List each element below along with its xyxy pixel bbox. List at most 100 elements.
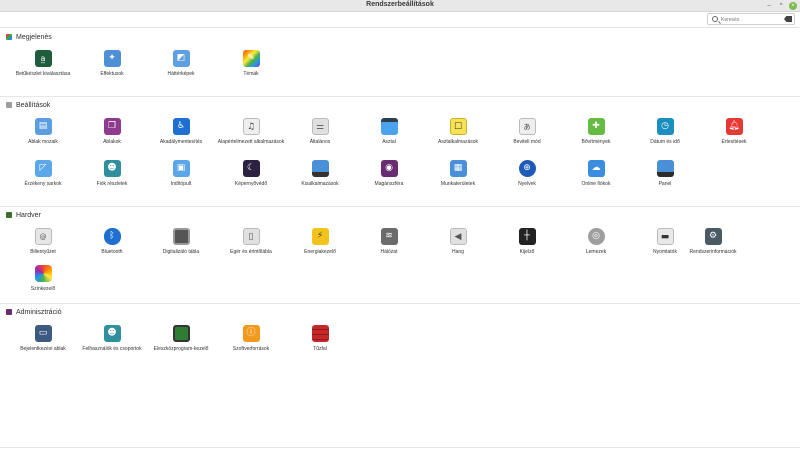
item-tablet[interactable]: Digitalizáló tábla — [145, 228, 217, 255]
appearance-section-icon — [6, 34, 12, 40]
item-date-time[interactable]: ◷ Dátum és idő — [629, 118, 701, 145]
item-extensions[interactable]: ✚ Bővítmények — [560, 118, 632, 145]
window-title: Rendszerbeállítások — [366, 1, 434, 8]
panel-icon — [656, 160, 674, 177]
item-account[interactable]: ☻ Fiók részletek — [76, 160, 148, 187]
item-label: Témák — [243, 71, 259, 77]
color-icon — [34, 265, 52, 282]
item-firewall[interactable]: Tűzfal — [284, 325, 356, 352]
item-label: Asztalkalmazások — [437, 139, 478, 145]
search-icon — [712, 16, 718, 22]
item-general[interactable]: ⚌ Általános — [284, 118, 356, 145]
item-system-info[interactable]: ⚙ Rendszerinformációk — [677, 228, 749, 255]
startup-icon: ▣ — [172, 160, 190, 177]
search-input[interactable] — [721, 15, 781, 24]
settings-window: Rendszerbeállítások – ^ × Megjelenés a̲ … — [0, 0, 800, 450]
item-effects[interactable]: ✦ Effektusok — [76, 50, 148, 77]
item-window-tiling[interactable]: ▤ Ablak mozaik — [7, 118, 79, 145]
item-themes[interactable]: ✎ Témák — [215, 50, 287, 77]
sound-icon: ◀ — [449, 228, 467, 245]
item-keyboard[interactable]: @ Billentyűzet — [7, 228, 79, 255]
item-label: Betűkészlet kiválasztása — [15, 71, 71, 77]
item-languages[interactable]: ⊕ Nyelvek — [491, 160, 563, 187]
item-mouse[interactable]: ▯ Egér és érintőlábla — [215, 228, 287, 255]
item-disks[interactable]: ◎ Lemezek — [560, 228, 632, 255]
themes-icon: ✎ — [242, 50, 260, 67]
gear-icon: ⚙ — [704, 228, 722, 245]
item-label: Akadálymentesítés — [159, 139, 203, 145]
item-software-sources[interactable]: ⓘ Szoftverforrások — [215, 325, 287, 352]
item-default-apps[interactable]: ♫ Alapértelmezett alkalmazások — [215, 118, 287, 145]
item-color[interactable]: Színkezelő — [7, 265, 79, 292]
item-power[interactable]: ⚡ Energiakezelő — [284, 228, 356, 255]
item-drivers[interactable]: Eleszközprogram-kezelő — [145, 325, 217, 352]
bell-icon: 🔔︎ — [725, 118, 743, 135]
item-label: Egér és érintőlábla — [230, 249, 272, 255]
item-label: Fiók részletek — [96, 181, 128, 187]
item-notifications[interactable]: 🔔︎ Értesítések — [698, 118, 770, 145]
section-appearance: Megjelenés a̲ Betűkészlet kiválasztása ✦… — [0, 32, 800, 94]
item-label: Munkaterületek — [440, 181, 476, 187]
search-box[interactable] — [707, 13, 795, 25]
item-hot-corners[interactable]: ◸ Érzékeny sarkok — [7, 160, 79, 187]
item-screensaver[interactable]: ☾ Képernyővédő — [215, 160, 287, 187]
item-bluetooth[interactable]: ᛒ Bluetooth — [76, 228, 148, 255]
item-windows[interactable]: ❐ Ablakok — [76, 118, 148, 145]
item-backgrounds[interactable]: ◩ Háttérképek — [145, 50, 217, 77]
hot-corners-icon: ◸ — [34, 160, 52, 177]
item-label: Eleszközprogram-kezelő — [153, 346, 209, 352]
section-header: Hardver — [6, 210, 41, 220]
item-desklets[interactable]: ☐ Asztalkalmazások — [422, 118, 494, 145]
tablet-icon — [172, 228, 190, 245]
item-label: Asztal — [382, 139, 396, 145]
item-applets[interactable]: Kisalkalmazások — [284, 160, 356, 187]
item-label: Hang — [452, 249, 464, 255]
item-startup[interactable]: ▣ Indítópult — [145, 160, 217, 187]
item-label: Panel — [658, 181, 672, 187]
item-panel[interactable]: Panel — [629, 160, 701, 187]
item-label: Indítópult — [170, 181, 192, 187]
item-network[interactable]: ≋ Hálózat — [353, 228, 425, 255]
item-label: Érzékeny sarkok — [24, 181, 62, 187]
bottom-border — [0, 447, 800, 448]
section-title: Adminisztráció — [16, 308, 62, 316]
item-desktop[interactable]: Asztal — [353, 118, 425, 145]
bluetooth-icon: ᛒ — [103, 228, 121, 245]
close-button[interactable]: × — [789, 2, 797, 10]
item-users-groups[interactable]: ☻ Felhasználók és csoportok — [76, 325, 148, 352]
item-fonts[interactable]: a̲ Betűkészlet kiválasztása — [7, 50, 79, 77]
mouse-icon: ▯ — [242, 228, 260, 245]
item-login-window[interactable]: ▭ Bejelentkezési ablak — [7, 325, 79, 352]
item-workspaces[interactable]: ▦ Munkaterületek — [422, 160, 494, 187]
item-label: Általános — [309, 139, 331, 145]
item-label: Kisalkalmazások — [301, 181, 339, 187]
item-label: Online fiókok — [581, 181, 611, 187]
applets-icon — [311, 160, 329, 177]
item-display[interactable]: ┼ Kijelző — [491, 228, 563, 255]
clear-search-icon[interactable] — [784, 16, 792, 22]
item-accessibility[interactable]: ♿ Akadálymentesítés — [145, 118, 217, 145]
section-title: Beállítások — [16, 101, 51, 109]
info-icon: ⓘ — [242, 325, 260, 342]
item-sound[interactable]: ◀ Hang — [422, 228, 494, 255]
driver-chip-icon — [172, 325, 190, 342]
item-input-method[interactable]: あ Beviteli mód — [491, 118, 563, 145]
admin-section-icon — [6, 309, 12, 315]
item-online-accounts[interactable]: ☁ Online fiókok — [560, 160, 632, 187]
item-label: Képernyővédő — [234, 181, 268, 187]
minimize-button[interactable]: – — [765, 2, 773, 10]
default-apps-icon: ♫ — [242, 118, 260, 135]
printer-icon: ▬ — [656, 228, 674, 245]
item-label: Beviteli mód — [513, 139, 541, 145]
maximize-button[interactable]: ^ — [777, 2, 785, 10]
item-label: Tűzfal — [313, 346, 327, 352]
firewall-icon — [311, 325, 329, 342]
section-title: Hardver — [16, 211, 41, 219]
item-label: Digitalizáló tábla — [162, 249, 200, 255]
item-label: Energiakezelő — [304, 249, 336, 255]
item-privacy[interactable]: ◉ Magánszféra — [353, 160, 425, 187]
font-icon: a̲ — [34, 50, 52, 67]
section-divider — [0, 303, 800, 304]
item-label: Effektusok — [100, 71, 124, 77]
users-icon: ☻ — [103, 325, 121, 342]
